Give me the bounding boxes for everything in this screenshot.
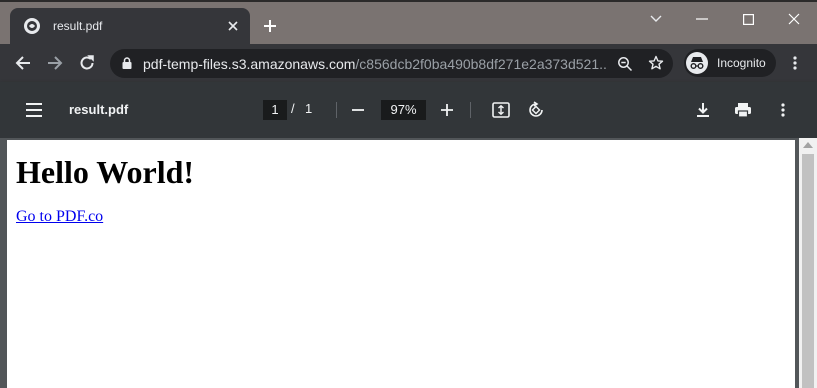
minus-icon[interactable] [348, 100, 368, 120]
address-bar[interactable]: pdf-temp-files.s3.amazonaws.com/c856dcb2… [110, 49, 673, 78]
document-heading: Hello World! [16, 154, 195, 190]
incognito-icon [686, 52, 708, 74]
incognito-chip[interactable]: Incognito [684, 49, 776, 77]
tab-search-icon[interactable] [646, 9, 666, 29]
close-icon[interactable] [225, 18, 241, 34]
toolbar-divider [336, 102, 337, 118]
plus-icon[interactable] [437, 100, 457, 120]
vertical-scrollbar[interactable] [799, 138, 817, 388]
tab-strip: result.pdf [0, 0, 817, 44]
arrow-left-icon[interactable] [13, 53, 33, 73]
star-icon[interactable] [648, 55, 664, 71]
print-icon[interactable] [733, 100, 753, 120]
zoom-input[interactable]: 97% [381, 100, 426, 120]
pdf-title: result.pdf [69, 102, 129, 117]
reload-icon[interactable] [77, 53, 97, 73]
close-window-icon[interactable] [784, 9, 804, 29]
scroll-up-icon[interactable] [803, 142, 813, 148]
minimize-icon[interactable] [692, 9, 712, 29]
download-icon[interactable] [693, 100, 713, 120]
maximize-icon[interactable] [738, 9, 758, 29]
kebab-icon[interactable] [787, 55, 803, 71]
pdfco-link[interactable]: Go to PDF.co [16, 208, 103, 226]
incognito-label: Incognito [717, 56, 766, 70]
scrollbar-thumb[interactable] [802, 154, 814, 388]
page-total: 1 [305, 101, 313, 116]
magnifier-minus-icon[interactable] [617, 56, 633, 72]
page-number-input[interactable]: 1 [263, 100, 287, 120]
url-text[interactable]: pdf-temp-files.s3.amazonaws.com/c856dcb2… [143, 56, 608, 72]
rotate-icon[interactable] [526, 100, 546, 120]
tab-title: result.pdf [53, 19, 103, 33]
pdf-viewport[interactable]: Hello World! Go to PDF.co [0, 138, 817, 388]
kebab-icon[interactable] [773, 100, 793, 120]
page-separator: / [291, 101, 295, 116]
hamburger-icon[interactable] [24, 101, 44, 119]
tab-active[interactable]: result.pdf [10, 8, 250, 44]
pdf-toolbar: result.pdf 1 / 1 97% [0, 82, 817, 138]
pdf-page: Hello World! Go to PDF.co [7, 140, 795, 388]
toolbar-divider [470, 102, 471, 118]
fit-to-page-icon[interactable] [491, 100, 511, 120]
browser-toolbar: pdf-temp-files.s3.amazonaws.com/c856dcb2… [0, 44, 817, 82]
url-host: pdf-temp-files.s3.amazonaws.com [143, 56, 356, 72]
lock-icon[interactable] [120, 56, 134, 70]
url-path: /c856dcb2f0ba490b8df271e2a373d521... [355, 56, 608, 72]
arrow-right-icon[interactable] [45, 53, 65, 73]
globe-icon [24, 18, 40, 34]
plus-icon[interactable] [262, 18, 278, 34]
window-top-border [0, 0, 817, 2]
